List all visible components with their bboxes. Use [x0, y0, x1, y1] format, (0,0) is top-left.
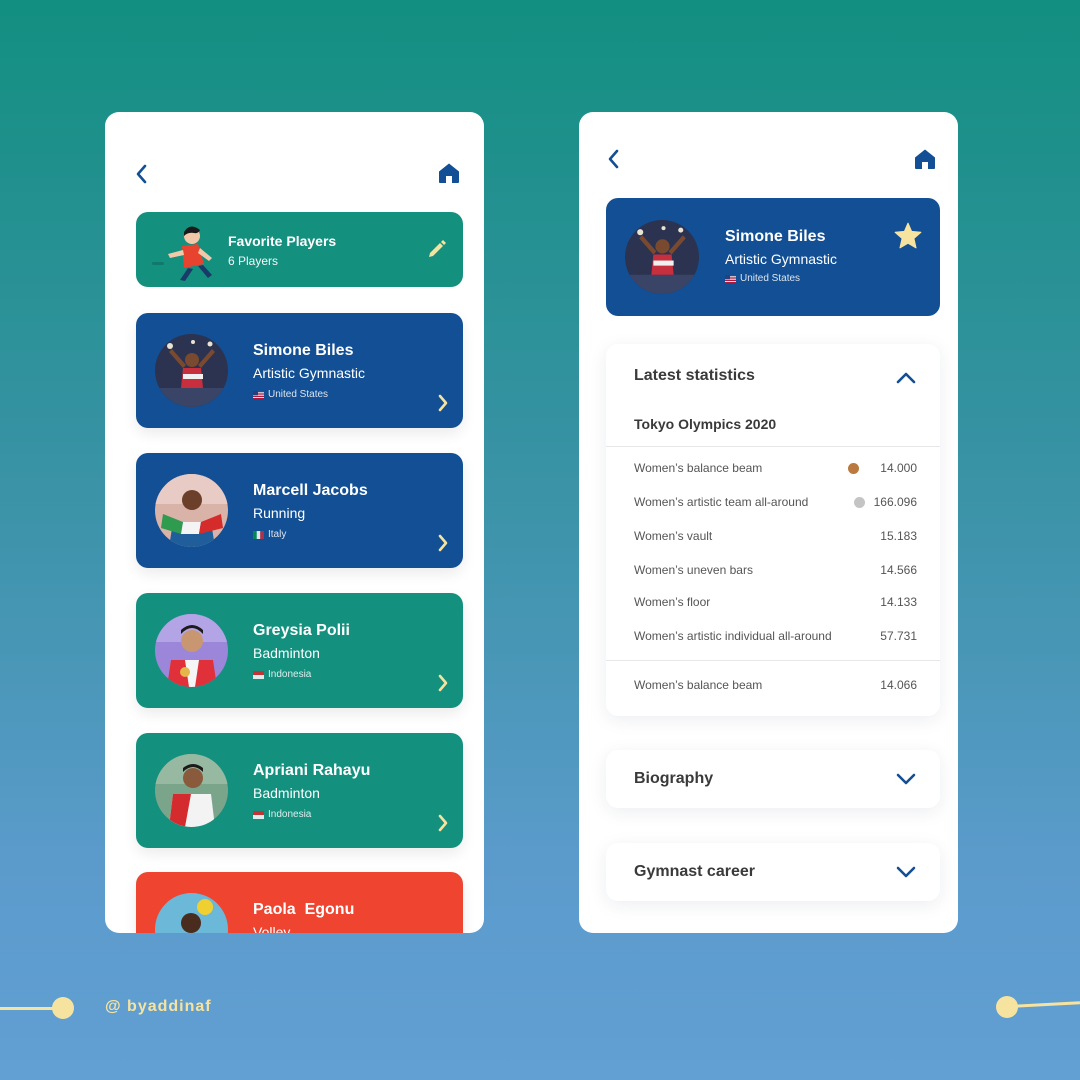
silver-medal-icon	[854, 497, 865, 508]
decor-dot	[52, 997, 74, 1019]
player-sport: Artistic Gymnastic	[253, 365, 366, 381]
chevron-down-icon	[896, 866, 916, 878]
player-card[interactable]: Greysia Polii Badminton Indonesia	[136, 593, 463, 708]
stat-value: 14.133	[880, 595, 917, 609]
player-name: Apriani Rahayu	[253, 762, 371, 779]
back-button[interactable]	[607, 149, 621, 169]
stat-value: 14.066	[880, 678, 917, 692]
biography-title: Biography	[634, 770, 714, 787]
player-name: Paola Egonu	[253, 901, 355, 918]
player-sport: Badminton	[253, 645, 320, 661]
player-country: United States	[253, 389, 328, 400]
players-list-screen: Favorite Players 6 Players Simone Biles …	[105, 112, 484, 933]
player-country: United States	[725, 273, 800, 284]
decor-line	[1013, 1001, 1080, 1008]
stat-value: 15.183	[880, 529, 917, 543]
favorite-players-title: Favorite Players	[228, 233, 337, 249]
stat-label: Women’s artistic team all-around	[634, 495, 809, 509]
stat-row: Women’s uneven bars 14.566	[634, 563, 917, 579]
favorite-players-card[interactable]: Favorite Players 6 Players	[136, 212, 463, 287]
decor-line	[0, 1007, 56, 1010]
avatar	[155, 334, 228, 407]
stat-value: 57.731	[880, 629, 917, 643]
player-country-label: Indonesia	[268, 669, 312, 680]
chevron-right-icon	[438, 674, 448, 692]
chevron-left-icon	[608, 149, 619, 169]
chevron-right-icon	[438, 394, 448, 412]
player-sport: Badminton	[253, 785, 320, 801]
player-card[interactable]: Paola Egonu Volley	[136, 872, 463, 933]
player-name: Greysia Polii	[253, 622, 350, 639]
stat-row: Women’s floor 14.133	[634, 595, 917, 611]
player-sport: Volley	[253, 924, 291, 933]
stat-label: Women’s balance beam	[634, 678, 763, 692]
avatar	[155, 893, 228, 933]
gymnast-career-title: Gymnast career	[634, 863, 755, 880]
avatar	[155, 474, 228, 547]
latest-statistics-panel: Latest statistics Tokyo Olympics 2020 Wo…	[606, 344, 940, 716]
stat-row: Women’s vault 15.183	[634, 529, 917, 545]
stat-label: Women’s artistic individual all-around	[634, 629, 832, 643]
stat-label: Women’s floor	[634, 595, 711, 609]
divider	[606, 446, 940, 447]
chevron-right-icon	[438, 814, 448, 832]
indonesia-flag-icon	[253, 810, 264, 819]
back-button[interactable]	[135, 164, 149, 184]
indonesia-flag-icon	[253, 670, 264, 679]
star-icon[interactable]	[894, 222, 922, 249]
player-name: Simone Biles	[253, 342, 354, 359]
us-flag-icon	[725, 274, 736, 283]
player-sport: Artistic Gymnastic	[725, 251, 838, 267]
stat-label: Women’s vault	[634, 529, 713, 543]
chevron-up-icon[interactable]	[896, 370, 916, 384]
stat-label: Women’s uneven bars	[634, 563, 753, 577]
stat-row: Women’s balance beam 14.000	[634, 461, 917, 477]
stat-value: 14.566	[880, 563, 917, 577]
home-icon	[915, 149, 935, 169]
player-name: Marcell Jacobs	[253, 482, 368, 499]
stat-value: 166.096	[873, 495, 917, 509]
biography-panel[interactable]: Biography	[606, 750, 940, 808]
author-credit: @ byaddinaf	[105, 998, 212, 1015]
chevron-down-icon	[896, 773, 916, 785]
divider	[606, 660, 940, 661]
player-country-label: United States	[740, 273, 801, 284]
chevron-left-icon	[136, 164, 147, 184]
us-flag-icon	[253, 390, 264, 399]
player-card[interactable]: Simone Biles Artistic Gymnastic United S…	[136, 313, 463, 428]
player-name: Simone Biles	[725, 228, 826, 245]
favorite-players-count: 6 Players	[228, 254, 279, 268]
player-detail-screen: Simone Biles Artistic Gymnastic United S…	[579, 112, 958, 933]
player-country-label: Italy	[268, 529, 287, 540]
stat-row: Women’s artistic individual all-around 5…	[634, 629, 917, 645]
stat-label: Women’s balance beam	[634, 461, 763, 475]
player-country-label: Indonesia	[268, 809, 312, 820]
player-sport: Running	[253, 505, 306, 521]
player-card[interactable]: Marcell Jacobs Running Italy	[136, 453, 463, 568]
event-title: Tokyo Olympics 2020	[634, 416, 777, 432]
latest-statistics-title[interactable]: Latest statistics	[634, 367, 755, 385]
player-country: Indonesia	[253, 669, 311, 680]
player-card[interactable]: Apriani Rahayu Badminton Indonesia	[136, 733, 463, 848]
stat-row: Women’s artistic team all-around 166.096	[634, 495, 917, 511]
player-country-label: United States	[268, 389, 329, 400]
gymnast-career-panel[interactable]: Gymnast career	[606, 843, 940, 901]
player-country: Italy	[253, 529, 286, 540]
home-button[interactable]	[914, 148, 936, 170]
runner-illustration-icon	[152, 226, 212, 281]
avatar	[625, 220, 699, 294]
chevron-right-icon	[438, 534, 448, 552]
home-icon	[439, 163, 459, 183]
home-button[interactable]	[438, 162, 460, 184]
bronze-medal-icon	[848, 463, 859, 474]
avatar	[155, 614, 228, 687]
player-profile-card: Simone Biles Artistic Gymnastic United S…	[606, 198, 940, 316]
stat-value: 14.000	[880, 461, 917, 475]
italy-flag-icon	[253, 530, 264, 539]
stat-row: Women’s balance beam 14.066	[634, 678, 917, 694]
avatar	[155, 754, 228, 827]
pencil-icon[interactable]	[427, 238, 447, 258]
player-country: Indonesia	[253, 809, 311, 820]
